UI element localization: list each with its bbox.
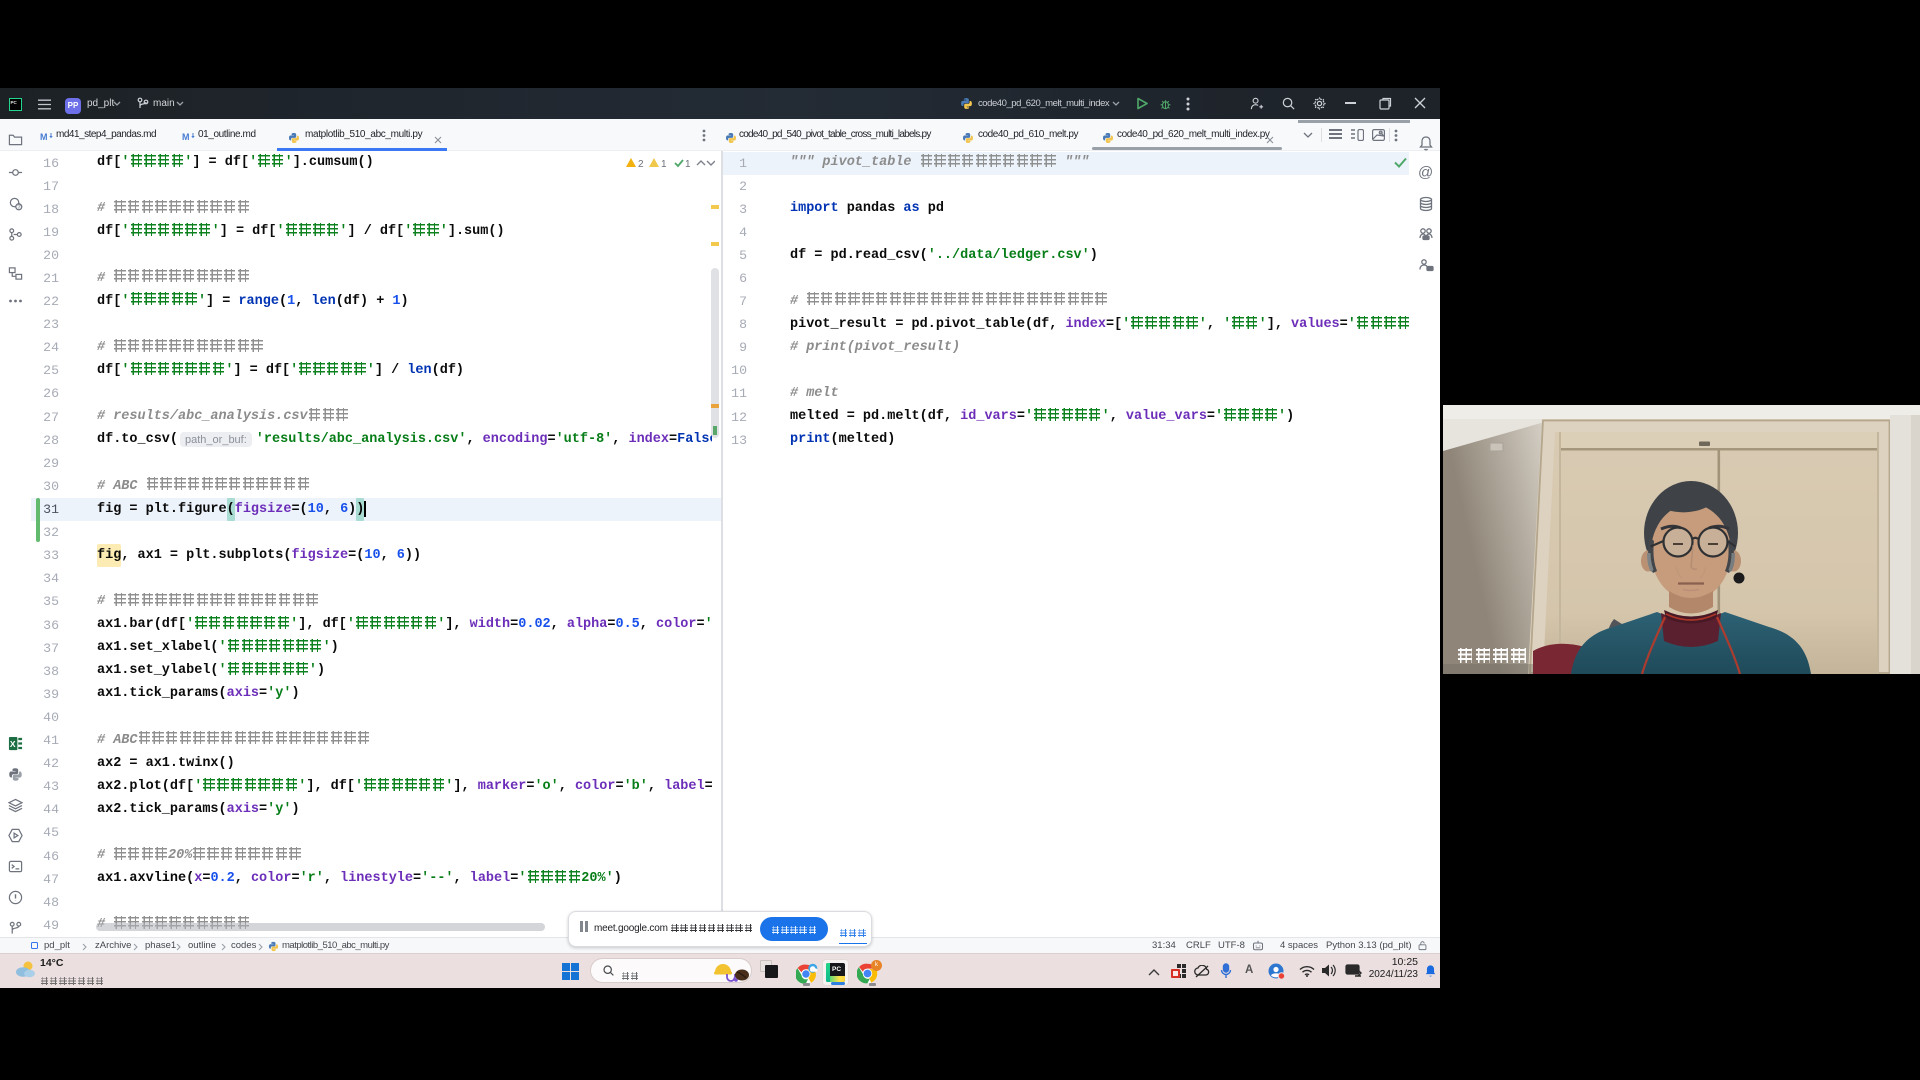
svg-text:X: X: [10, 739, 16, 749]
svg-text:2: 2: [638, 159, 644, 170]
svg-text:1: 1: [661, 159, 667, 170]
svg-text:M: M: [40, 132, 48, 141]
svg-text:1: 1: [685, 159, 691, 170]
svg-text:M: M: [182, 132, 190, 141]
